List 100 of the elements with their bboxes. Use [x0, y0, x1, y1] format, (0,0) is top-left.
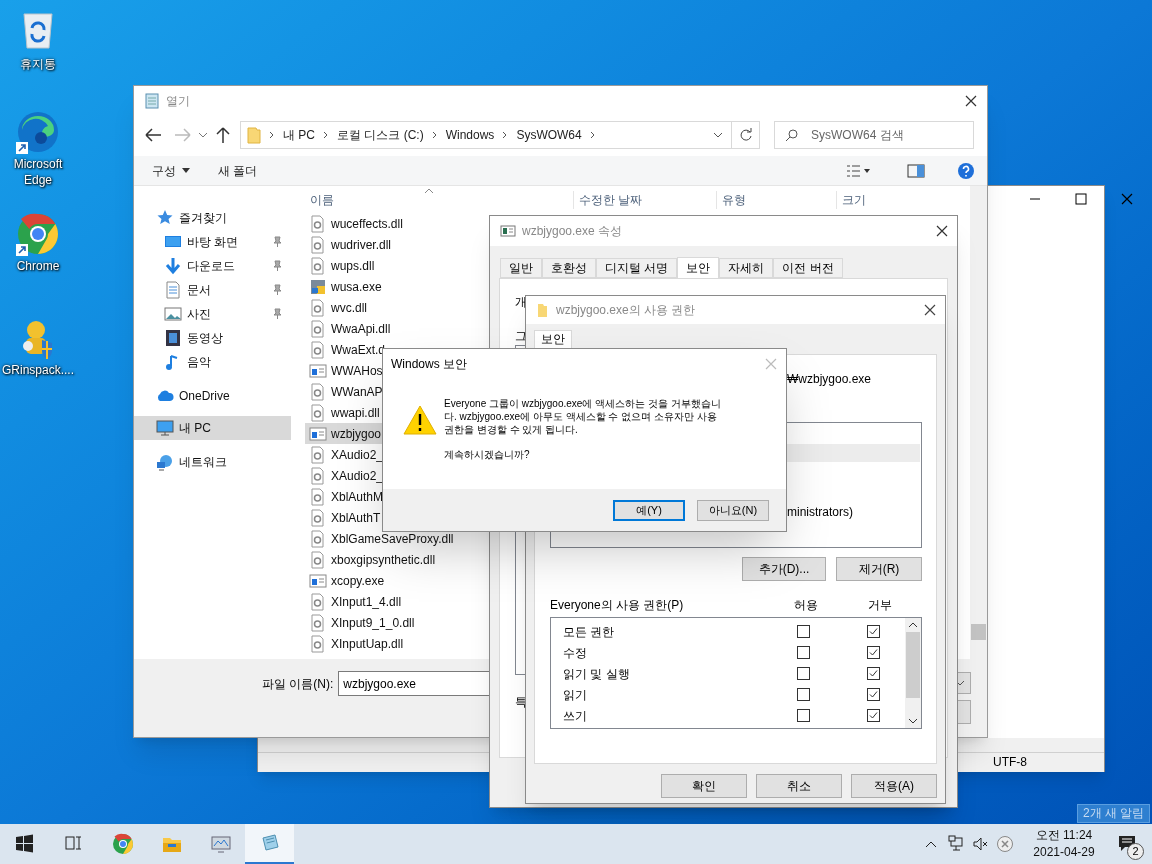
checkbox[interactable]: [797, 667, 810, 680]
tab[interactable]: 자세히: [719, 258, 774, 278]
gear-file-icon: [309, 445, 327, 464]
tab[interactable]: 호환성: [542, 258, 596, 278]
gear-file-icon: [309, 340, 327, 359]
nav-item[interactable]: 네트워크: [134, 450, 291, 474]
breadcrumb-item[interactable]: 내 PC: [283, 126, 315, 144]
file-row[interactable]: wusa.exe: [305, 276, 384, 297]
checkbox[interactable]: [797, 688, 810, 701]
muted-speaker-icon[interactable]: [972, 835, 990, 853]
checkbox[interactable]: [867, 688, 880, 701]
dialog-button[interactable]: 확인: [661, 774, 747, 798]
nav-item[interactable]: 즐겨찾기: [134, 206, 291, 230]
column-header[interactable]: 유형: [716, 191, 836, 209]
nav-item[interactable]: OneDrive: [134, 384, 291, 408]
file-row[interactable]: XblGameSaveProxy.dll: [305, 528, 456, 549]
checkbox[interactable]: [867, 646, 880, 659]
nav-item[interactable]: 문서: [134, 278, 291, 302]
toolbar-button[interactable]: 구성: [152, 161, 190, 180]
checkbox[interactable]: [797, 709, 810, 722]
file-row[interactable]: wvc.dll: [305, 297, 369, 318]
nav-item[interactable]: 바탕 화면: [134, 230, 291, 254]
file-row[interactable]: XInputUap.dll: [305, 633, 406, 654]
file-row[interactable]: XblAuthT: [305, 507, 383, 528]
scrollbar[interactable]: [970, 186, 987, 659]
scrollbar[interactable]: [905, 618, 921, 728]
pin-icon[interactable]: [271, 308, 283, 320]
nav-item[interactable]: 다운로드: [134, 254, 291, 278]
checkbox[interactable]: [867, 625, 880, 638]
nav-item[interactable]: 내 PC: [134, 416, 291, 440]
close-icon[interactable]: [923, 303, 937, 317]
checkbox[interactable]: [867, 709, 880, 722]
file-row[interactable]: WWAHos: [305, 360, 385, 381]
file-row[interactable]: wudriver.dll: [305, 234, 394, 255]
error-icon[interactable]: [996, 835, 1014, 853]
gear-file-icon: [309, 529, 327, 548]
list-label: Everyone의 사용 권한(P): [550, 597, 685, 614]
file-row[interactable]: wups.dll: [305, 255, 377, 276]
file-row[interactable]: XAudio2_: [305, 465, 386, 486]
close-icon[interactable]: [963, 93, 979, 109]
field-label: 특: [515, 694, 527, 711]
close-icon[interactable]: [935, 224, 949, 238]
field-label: 그: [515, 328, 527, 345]
tab[interactable]: 디지털 서명: [596, 258, 678, 278]
pin-icon[interactable]: [271, 284, 283, 296]
pin-icon[interactable]: [271, 260, 283, 272]
refresh-button[interactable]: [732, 121, 760, 149]
window-icon: [309, 424, 327, 443]
nav-item[interactable]: 동영상: [134, 326, 291, 350]
dialog-button[interactable]: 적용(A): [851, 774, 937, 798]
dialog-button[interactable]: 예(Y): [613, 499, 685, 521]
nav-item[interactable]: 음악: [134, 350, 291, 374]
file-row[interactable]: wwapi.dll: [305, 402, 382, 423]
breadcrumb-item[interactable]: Windows: [445, 126, 495, 144]
file-row[interactable]: XblAuthM: [305, 486, 386, 507]
tab[interactable]: 이전 버전: [773, 258, 843, 278]
list-item[interactable]: ministrators): [787, 503, 853, 521]
permission-name: 쓰기: [562, 707, 588, 725]
column-header[interactable]: 이름: [305, 191, 573, 209]
view-options-icon[interactable]: [845, 162, 871, 179]
help-icon[interactable]: [957, 161, 975, 180]
installer-icon: [309, 277, 327, 296]
checkbox[interactable]: [867, 667, 880, 680]
tab[interactable]: 보안: [677, 257, 720, 279]
tab[interactable]: 일반: [500, 258, 542, 278]
warning-icon: [403, 405, 437, 435]
permission-name: 읽기: [562, 686, 588, 704]
pin-icon[interactable]: [271, 236, 283, 248]
preview-pane-icon[interactable]: [907, 162, 925, 179]
notification-button[interactable]: 2: [1112, 824, 1152, 864]
breadcrumb-item[interactable]: 로컬 디스크 (C:): [337, 126, 424, 144]
chevron-right-icon: [322, 130, 330, 140]
breadcrumb-item[interactable]: SysWOW64: [516, 126, 582, 144]
file-row[interactable]: XInput1_4.dll: [305, 591, 404, 612]
file-row[interactable]: wuceffects.dll: [305, 213, 405, 234]
notification-tooltip: 2개 새 알림: [1077, 804, 1151, 823]
file-row[interactable]: xboxgipsynthetic.dll: [305, 549, 438, 570]
file-row[interactable]: WwaApi.dll: [305, 318, 393, 339]
search-field[interactable]: SysWOW64 검색: [774, 121, 974, 149]
star-icon: [156, 209, 174, 227]
file-row[interactable]: XInput9_1_0.dll: [305, 612, 417, 633]
file-row[interactable]: XAudio2_: [305, 444, 386, 465]
dialog-button[interactable]: 취소: [756, 774, 842, 798]
dialog-button[interactable]: 아니요(N): [697, 499, 769, 521]
nav-item[interactable]: 사진: [134, 302, 291, 326]
column-header: 거부: [868, 597, 892, 614]
column-header[interactable]: 크기: [836, 191, 956, 209]
address-bar[interactable]: 내 PC 로컬 디스크 (C:) Windows SysWOW64: [240, 121, 732, 149]
file-row[interactable]: WWanAP: [305, 381, 385, 402]
network-icon[interactable]: [948, 835, 966, 853]
clock[interactable]: 오전 11:24 2021-04-29: [1024, 827, 1104, 861]
file-row[interactable]: xcopy.exe: [305, 570, 387, 591]
remove-button[interactable]: 제거(R): [836, 557, 922, 581]
checkbox[interactable]: [797, 625, 810, 638]
checkbox[interactable]: [797, 646, 810, 659]
file-row[interactable]: wzbjygoo: [305, 423, 384, 444]
toolbar-button[interactable]: 새 폴더: [218, 161, 258, 180]
add-button[interactable]: 추가(D)...: [742, 557, 826, 581]
column-header[interactable]: 수정한 날짜: [573, 191, 716, 209]
field-label: 파일 이름(N):: [262, 676, 334, 693]
